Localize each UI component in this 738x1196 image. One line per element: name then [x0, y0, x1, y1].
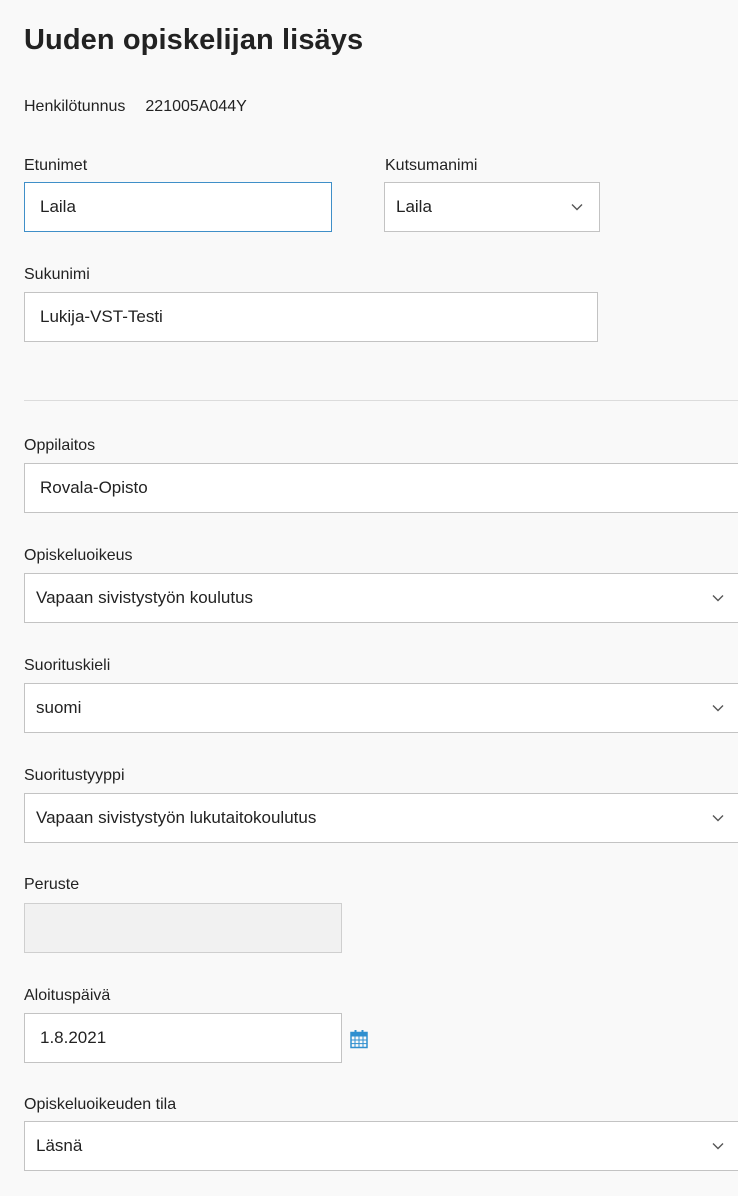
last-name-input[interactable]: Lukija-VST-Testi: [24, 292, 598, 342]
study-right-select[interactable]: Vapaan sivistystyön koulutus: [24, 573, 738, 623]
start-date-value: 1.8.2021: [40, 1028, 107, 1047]
call-name-label: Kutsumanimi: [385, 157, 478, 174]
start-date-input[interactable]: 1.8.2021: [24, 1013, 342, 1063]
last-name-value: Lukija-VST-Testi: [40, 307, 163, 326]
completion-type-label: Suoritustyyppi: [24, 767, 125, 784]
basis-input: [24, 903, 342, 953]
last-name-label: Sukunimi: [24, 266, 90, 283]
study-right-label: Opiskeluoikeus: [24, 547, 133, 564]
new-student-form: Uuden opiskelijan lisäys Henkilötunnus 22…: [0, 0, 738, 1196]
first-names-input[interactable]: Laila: [24, 182, 332, 232]
chevron-down-icon: [712, 705, 724, 712]
institution-label: Oppilaitos: [24, 437, 96, 454]
page-title: Uuden opiskelijan lisäys: [24, 24, 364, 56]
section-divider: [24, 400, 738, 401]
chevron-down-icon: [571, 204, 583, 211]
study-right-value: Vapaan sivistystyön koulutus: [36, 588, 254, 607]
ssn-row: Henkilötunnus 221005A044Y: [24, 98, 247, 116]
chevron-down-icon: [712, 815, 724, 822]
study-right-state-value: Läsnä: [36, 1136, 83, 1155]
study-right-state-select[interactable]: Läsnä: [24, 1121, 738, 1171]
call-name-value: Laila: [396, 197, 432, 216]
chevron-down-icon: [712, 1143, 724, 1150]
completion-type-value: Vapaan sivistystyön lukutaitokoulutus: [36, 808, 317, 827]
language-value: suomi: [36, 698, 82, 717]
calendar-icon[interactable]: [349, 1029, 369, 1049]
ssn-label: Henkilötunnus: [24, 98, 126, 115]
call-name-select[interactable]: Laila: [384, 182, 600, 232]
language-select[interactable]: suomi: [24, 683, 738, 733]
institution-value: Rovala-Opisto: [40, 478, 148, 497]
ssn-value: 221005A044Y: [145, 98, 247, 115]
start-date-label: Aloituspäivä: [24, 987, 111, 1004]
basis-label: Peruste: [24, 876, 80, 893]
completion-type-select[interactable]: Vapaan sivistystyön lukutaitokoulutus: [24, 793, 738, 843]
institution-input[interactable]: Rovala-Opisto: [24, 463, 738, 513]
first-names-value: Laila: [40, 197, 76, 216]
study-right-state-label: Opiskeluoikeuden tila: [24, 1096, 177, 1113]
language-label: Suorituskieli: [24, 657, 111, 674]
first-names-label: Etunimet: [24, 157, 88, 174]
chevron-down-icon: [712, 595, 724, 602]
